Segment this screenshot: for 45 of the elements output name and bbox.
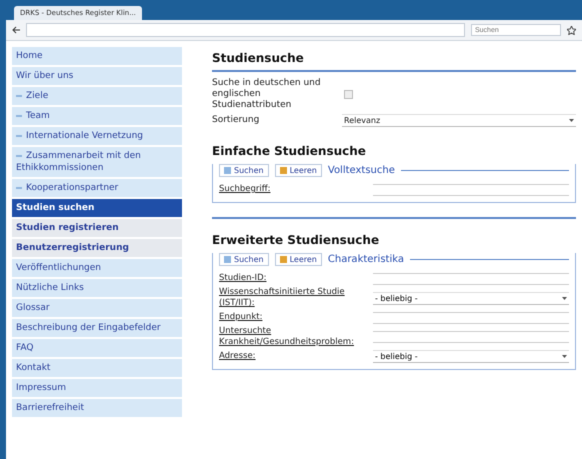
select-field[interactable]: - beliebig - xyxy=(373,350,569,363)
language-checkbox[interactable] xyxy=(344,90,353,99)
sort-label: Sortierung xyxy=(212,115,260,126)
select-field[interactable]: - beliebig - xyxy=(373,292,569,304)
sidebar-item[interactable]: Team xyxy=(12,107,182,125)
sidebar-item[interactable]: Kontakt xyxy=(12,359,182,377)
sidebar-item[interactable]: Studien registrieren xyxy=(12,219,182,237)
sidebar-item[interactable]: FAQ xyxy=(12,339,182,357)
star-icon[interactable] xyxy=(567,26,576,34)
sidebar-item[interactable]: Nützliche Links xyxy=(12,279,182,297)
field-label: Suchbegriff: xyxy=(219,184,272,195)
sidebar-item[interactable]: Kooperationspartner xyxy=(12,179,182,197)
caret-icon xyxy=(569,119,574,122)
caret-icon xyxy=(562,355,567,358)
sidebar-item[interactable]: Barrierefreiheit xyxy=(12,399,182,417)
field-label: Adresse: xyxy=(219,351,257,362)
sidebar-item[interactable]: Zusammenarbeit mit den Ethikkommissionen xyxy=(12,147,182,177)
caret-icon xyxy=(562,296,567,300)
sidebar-item[interactable]: Ziele xyxy=(12,87,182,105)
sidebar-item[interactable]: Glossar xyxy=(12,299,182,317)
fieldset-legend: Charakteristika xyxy=(328,254,404,265)
sort-select[interactable]: Relevanz xyxy=(342,114,576,127)
clear-button[interactable]: Leeren xyxy=(274,164,322,177)
field-label: Untersuchte Krankheit/Gesundheitsproblem: xyxy=(219,326,355,348)
back-icon[interactable] xyxy=(12,26,20,34)
section-title: Studiensuche xyxy=(212,47,576,72)
sidebar-item[interactable]: Veröffentlichungen xyxy=(12,259,182,277)
address-field[interactable] xyxy=(26,23,465,37)
sidebar-item[interactable]: Wir über uns xyxy=(12,67,182,85)
clear-button[interactable]: Leeren xyxy=(274,253,322,266)
field-label: Wissenschaftsinitiierte Studie (IST/IIT): xyxy=(219,287,346,309)
sidebar-item[interactable]: Beschreibung der Eingabefelder xyxy=(12,319,182,337)
sidebar-item[interactable]: Studien suchen xyxy=(12,199,182,217)
field-label: Endpunkt: xyxy=(219,312,264,323)
search-button[interactable]: Suchen xyxy=(219,253,269,266)
section-title: Einfache Studiensuche xyxy=(212,144,367,158)
fieldset-legend: Volltextsuche xyxy=(328,165,395,176)
sidebar-item[interactable]: Home xyxy=(12,47,182,65)
field-label: Studien-ID: xyxy=(219,273,268,284)
sidebar-item[interactable]: Internationale Vernetzung xyxy=(12,127,182,145)
language-label: Suche in deutschen und englischen Studienattributen xyxy=(212,78,322,111)
sidebar-item[interactable]: Impressum xyxy=(12,379,182,397)
search-button[interactable]: Suchen xyxy=(219,164,269,177)
sidebar-item[interactable]: Benutzerregistrierung xyxy=(12,239,182,257)
section-title: Erweiterte Studiensuche xyxy=(212,233,380,247)
